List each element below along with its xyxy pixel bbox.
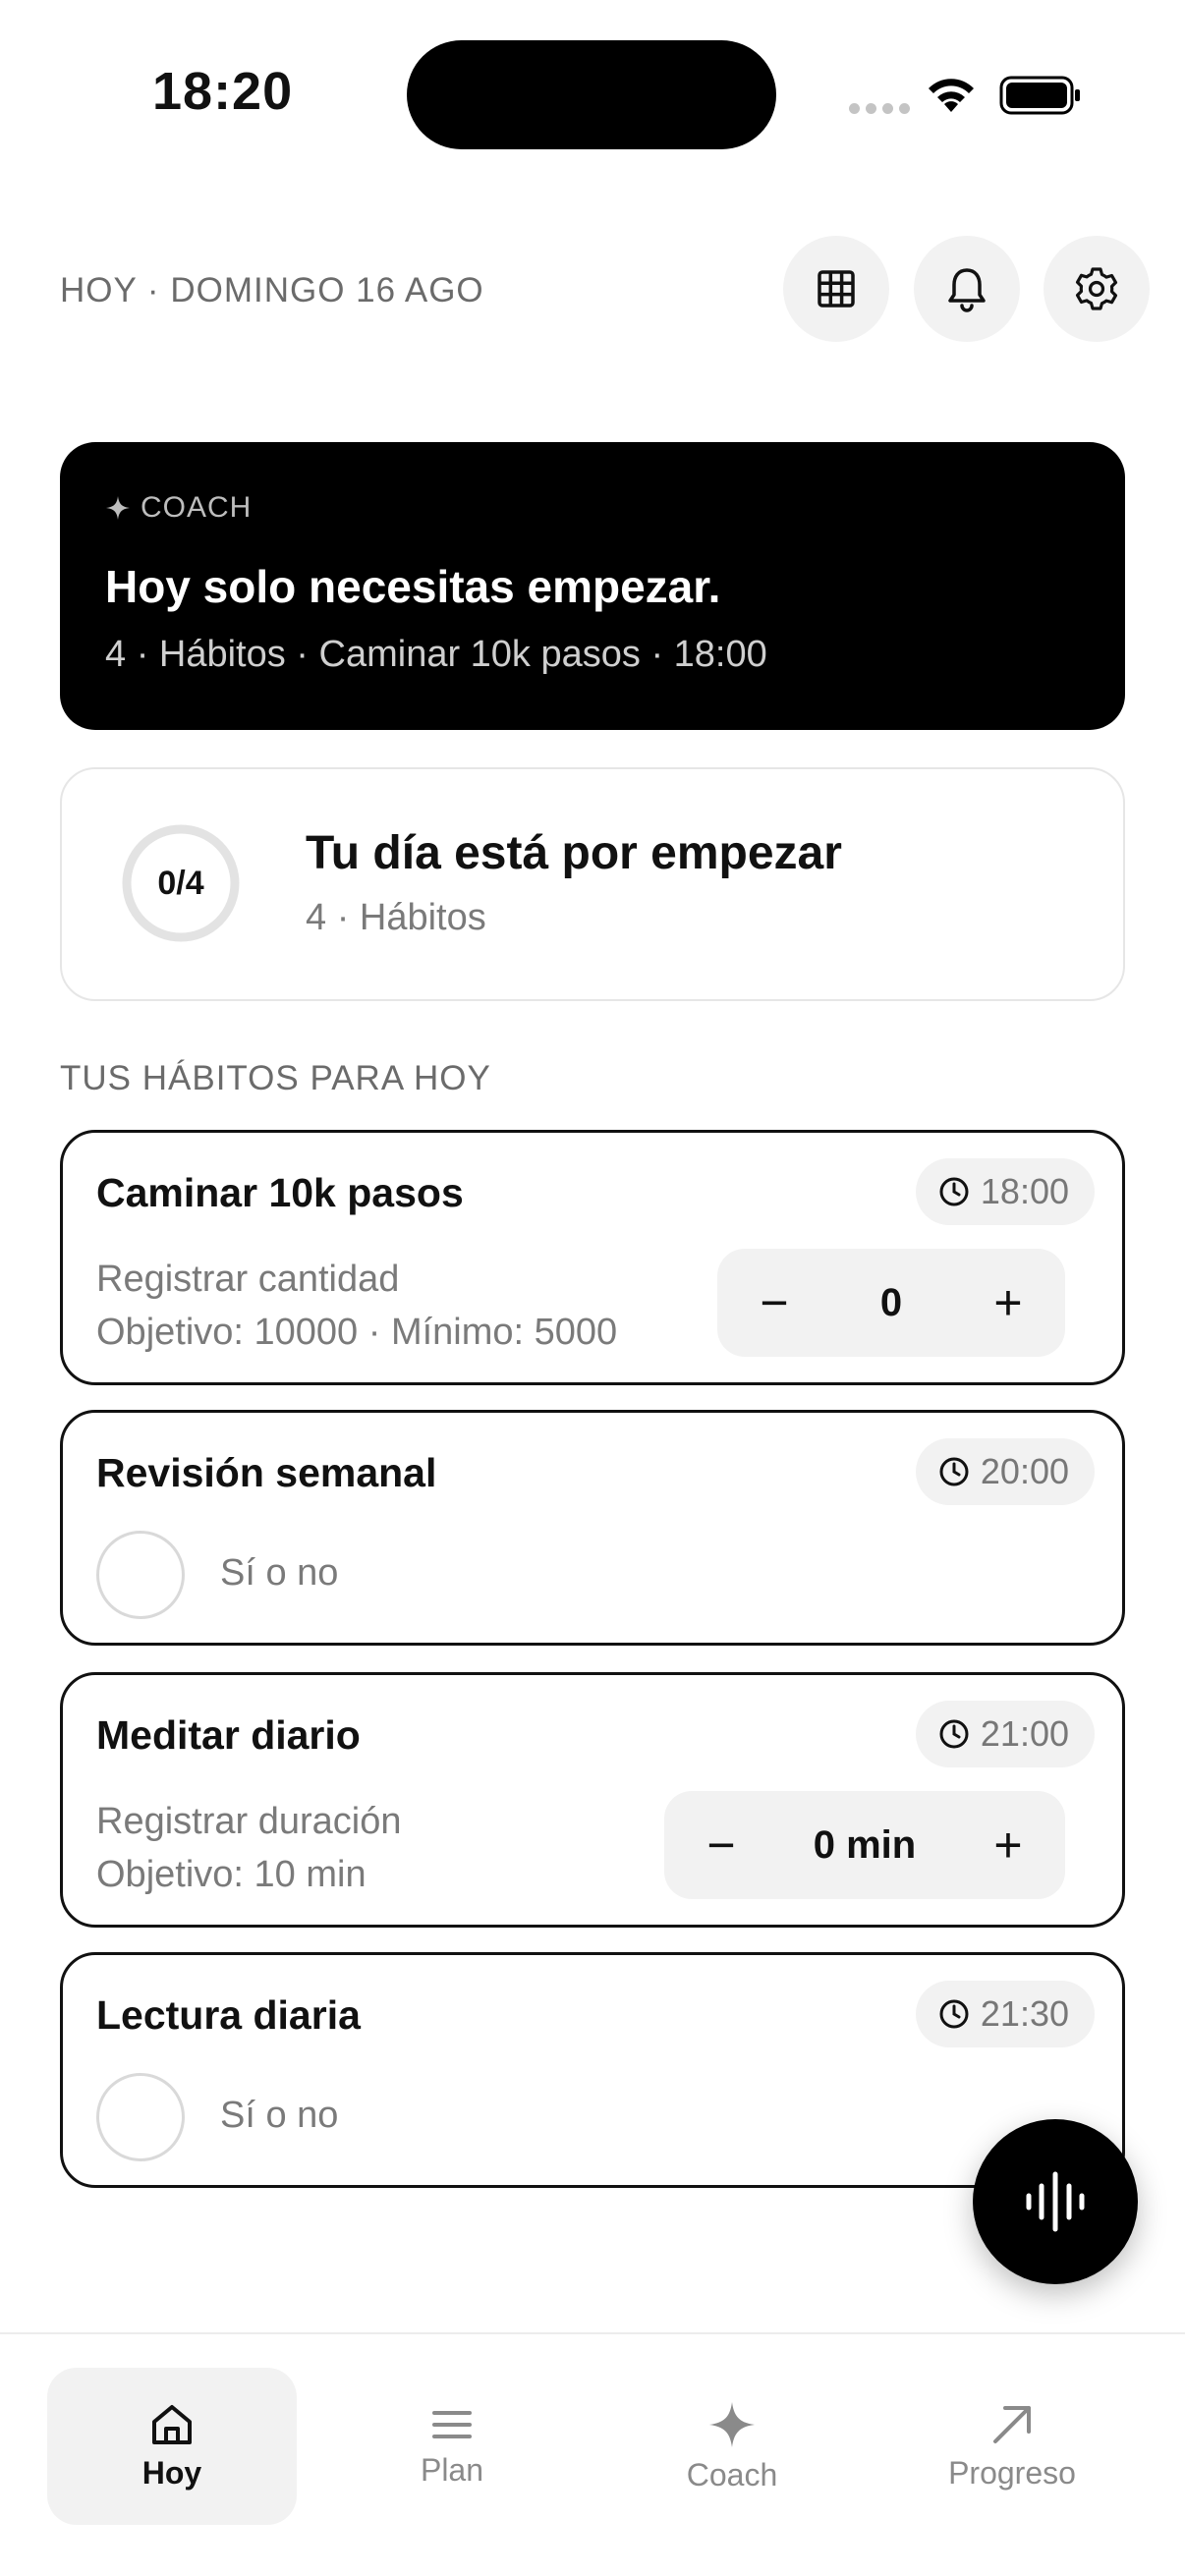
date-label: HOY · DOMINGO 16 AGO xyxy=(60,271,484,309)
nav-label: Hoy xyxy=(141,2454,202,2491)
settings-button[interactable] xyxy=(1044,236,1150,342)
nav-item-plan[interactable]: Plan xyxy=(327,2368,577,2525)
grid-icon xyxy=(818,270,855,308)
time-chip: 18:00 xyxy=(915,1158,1095,1225)
quantity-stepper: − 0 + xyxy=(717,1249,1065,1357)
sparkle-icon xyxy=(106,496,130,520)
coach-card[interactable]: COACH Hoy solo necesitas empezar. 4 · Há… xyxy=(60,442,1125,730)
habit-time: 21:00 xyxy=(980,1713,1069,1754)
duration-stepper: − 0 min + xyxy=(664,1791,1065,1899)
completion-checkbox[interactable] xyxy=(96,2073,185,2161)
nav-item-coach[interactable]: Coach xyxy=(607,2368,857,2525)
waveform-icon xyxy=(1026,2171,1085,2232)
coach-kicker: COACH xyxy=(105,491,252,525)
clock-icon xyxy=(939,1719,969,1749)
completion-checkbox[interactable] xyxy=(96,1531,185,1619)
habit-goal: Objetivo: 10000 · Mínimo: 5000 xyxy=(96,1312,618,1353)
bell-icon xyxy=(948,268,986,312)
home-icon xyxy=(152,2404,192,2444)
time-chip: 20:00 xyxy=(915,1438,1095,1505)
signal-icon xyxy=(849,103,910,114)
dynamic-island xyxy=(407,40,776,149)
habit-time: 18:00 xyxy=(980,1171,1069,1211)
nav-label: Coach xyxy=(686,2456,778,2492)
stepper-value: 0 xyxy=(879,1280,903,1324)
checkbox-label: Sí o no xyxy=(220,2095,339,2136)
voice-button[interactable] xyxy=(973,2119,1138,2284)
habit-name: Revisión semanal xyxy=(96,1450,437,1495)
arrow-up-right-icon xyxy=(993,2405,1031,2443)
habit-description: Registrar duración Objetivo: 10 min xyxy=(96,1795,401,1901)
time-chip: 21:30 xyxy=(915,1981,1095,2047)
battery-icon xyxy=(999,76,1080,115)
nav-label: Progreso xyxy=(948,2454,1076,2491)
increment-button[interactable]: + xyxy=(979,1273,1038,1332)
section-title: TUS HÁBITOS PARA HOY xyxy=(60,1059,491,1097)
status-bar: 18:20 xyxy=(0,0,1185,187)
grid-button[interactable] xyxy=(783,236,889,342)
progress-card: 0/4 Tu día está por empezar 4 · Hábitos xyxy=(60,767,1125,1001)
stepper-value: 0 min xyxy=(813,1822,917,1867)
habit-name: Meditar diario xyxy=(96,1712,361,1758)
coach-kicker-label: COACH xyxy=(141,491,253,524)
increment-button[interactable]: + xyxy=(979,1816,1038,1875)
clock-icon xyxy=(939,1999,969,2029)
sparkle-icon xyxy=(709,2401,755,2447)
nav-item-progreso[interactable]: Progreso xyxy=(887,2368,1137,2525)
clock-icon xyxy=(939,1457,969,1486)
decrement-button[interactable]: − xyxy=(745,1273,804,1332)
habit-type: Registrar duración xyxy=(96,1801,402,1842)
notifications-button[interactable] xyxy=(914,236,1020,342)
habit-time: 21:30 xyxy=(980,1993,1069,2034)
status-time: 18:20 xyxy=(152,62,294,121)
progress-title: Tu día está por empezar xyxy=(306,827,842,879)
habit-card[interactable]: Caminar 10k pasos 18:00 Registrar cantid… xyxy=(60,1130,1125,1385)
habit-time: 20:00 xyxy=(980,1451,1069,1491)
habit-card[interactable]: Revisión semanal 20:00 Sí o no xyxy=(60,1410,1125,1646)
habit-goal: Objetivo: 10 min xyxy=(96,1854,367,1895)
habit-name: Lectura diaria xyxy=(96,1992,361,2038)
nav-item-hoy[interactable]: Hoy xyxy=(47,2368,297,2525)
progress-count: 0/4 xyxy=(157,864,204,902)
nav-label: Plan xyxy=(420,2451,484,2488)
checkbox-label: Sí o no xyxy=(220,1552,339,1594)
habit-card[interactable]: Meditar diario 21:00 Registrar duración … xyxy=(60,1672,1125,1928)
habit-card[interactable]: Lectura diaria 21:30 Sí o no xyxy=(60,1952,1125,2188)
habit-description: Registrar cantidad Objetivo: 10000 · Mín… xyxy=(96,1253,617,1359)
bottom-nav: Hoy Plan Coach Progreso xyxy=(0,2332,1185,2576)
coach-subtitle: 4 · Hábitos · Caminar 10k pasos · 18:00 xyxy=(105,634,767,675)
habit-type: Registrar cantidad xyxy=(96,1259,400,1300)
coach-title: Hoy solo necesitas empezar. xyxy=(105,561,721,612)
clock-icon xyxy=(939,1177,969,1206)
menu-icon xyxy=(432,2410,472,2438)
progress-subtitle: 4 · Hábitos xyxy=(306,897,486,938)
gear-icon xyxy=(1075,267,1118,310)
habit-name: Caminar 10k pasos xyxy=(96,1170,464,1215)
time-chip: 21:00 xyxy=(915,1701,1095,1767)
decrement-button[interactable]: − xyxy=(692,1816,751,1875)
wifi-icon xyxy=(929,79,974,112)
